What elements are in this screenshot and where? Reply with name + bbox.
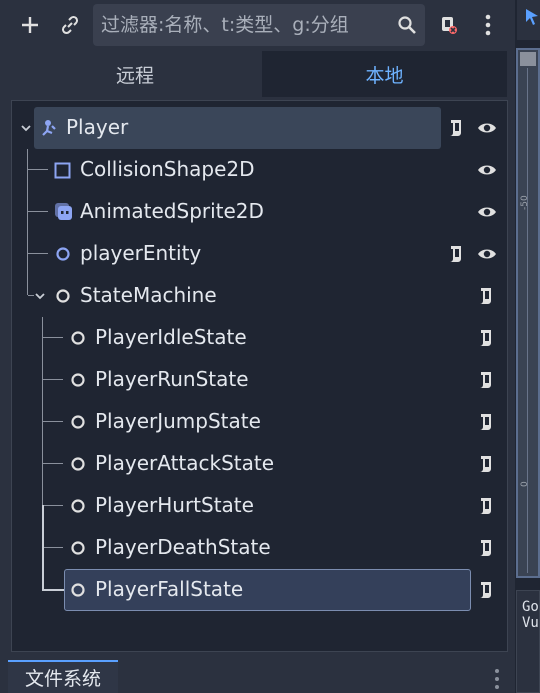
eye-icon[interactable] xyxy=(477,244,497,264)
instance-scene-button[interactable] xyxy=(54,8,86,42)
select-tool-icon[interactable] xyxy=(525,8,539,26)
viewport-toolbar xyxy=(517,0,540,40)
script-icon[interactable] xyxy=(477,454,495,474)
node-label: PlayerFallState xyxy=(95,577,244,601)
tree-row-jump-state[interactable]: PlayerJumpState xyxy=(12,401,509,443)
node-icon xyxy=(71,415,85,429)
kebab-menu-icon[interactable] xyxy=(493,668,501,690)
output-panel: Go Vu xyxy=(516,590,540,693)
node-icon xyxy=(71,373,85,387)
script-icon[interactable] xyxy=(447,244,465,264)
scene-menu-button[interactable] xyxy=(472,8,504,42)
tree-row-fall-state[interactable]: PlayerFallState xyxy=(12,569,509,611)
chevron-down-icon[interactable] xyxy=(34,290,46,302)
plus-icon xyxy=(22,17,38,33)
viewport-edge: -50 0 Go Vu xyxy=(515,0,540,693)
tree-row-attack-state[interactable]: PlayerAttackState xyxy=(12,443,509,485)
scene-toolbar xyxy=(0,0,515,50)
tree-row-collision-shape[interactable]: CollisionShape2D xyxy=(12,149,509,191)
script-icon[interactable] xyxy=(477,286,495,306)
character-body-icon xyxy=(42,120,56,136)
ruler-corner xyxy=(520,52,536,66)
node-label: PlayerHurtState xyxy=(95,493,254,517)
collision-shape-icon xyxy=(54,162,71,179)
node-label: PlayerRunState xyxy=(95,367,249,391)
script-icon[interactable] xyxy=(477,412,495,432)
tab-filesystem[interactable]: 文件系统 xyxy=(8,660,118,693)
output-line: Vu xyxy=(522,615,539,631)
add-node-button[interactable] xyxy=(14,8,46,42)
eye-icon[interactable] xyxy=(477,118,497,138)
node-icon xyxy=(71,457,85,471)
script-filter-button[interactable] xyxy=(432,8,464,42)
scene-tree: Player CollisionShape2D AnimatedSprite2D… xyxy=(11,100,508,652)
scene-dock: 远程 本地 Player xyxy=(0,0,515,693)
node-label: AnimatedSprite2D xyxy=(80,199,264,223)
node-label: PlayerDeathState xyxy=(95,535,271,559)
viewport-ruler: -50 0 xyxy=(516,48,540,578)
eye-icon[interactable] xyxy=(477,160,497,180)
tree-row-idle-state[interactable]: PlayerIdleState xyxy=(12,317,509,359)
script-icon[interactable] xyxy=(477,328,495,348)
script-icon[interactable] xyxy=(477,538,495,558)
filter-field[interactable] xyxy=(93,4,425,46)
tree-row-hurt-state[interactable]: PlayerHurtState xyxy=(12,485,509,527)
node-icon xyxy=(71,583,85,597)
script-filter-icon xyxy=(442,17,457,34)
node-label: PlayerJumpState xyxy=(95,409,261,433)
node-icon xyxy=(71,331,85,345)
ruler-line xyxy=(527,68,528,573)
node-label: StateMachine xyxy=(80,283,217,307)
node-label: PlayerIdleState xyxy=(95,325,247,349)
tree-row-death-state[interactable]: PlayerDeathState xyxy=(12,527,509,569)
tree-row-player-entity[interactable]: playerEntity xyxy=(12,233,509,275)
ruler-mark: 0 xyxy=(520,481,530,487)
node-label: Player xyxy=(66,115,129,139)
node-label: playerEntity xyxy=(80,241,202,265)
tab-bar: 远程 本地 xyxy=(8,51,507,97)
tab-remote[interactable]: 远程 xyxy=(8,51,262,97)
tree-row-animated-sprite[interactable]: AnimatedSprite2D xyxy=(12,191,509,233)
script-icon[interactable] xyxy=(477,496,495,516)
tree-row-run-state[interactable]: PlayerRunState xyxy=(12,359,509,401)
node-icon xyxy=(71,499,85,513)
node-label: PlayerAttackState xyxy=(95,451,275,475)
tree-row-player[interactable]: Player xyxy=(12,107,509,149)
chevron-down-icon[interactable] xyxy=(20,122,32,134)
ruler-mark: -50 xyxy=(520,195,530,210)
search-icon xyxy=(398,16,416,34)
script-icon[interactable] xyxy=(477,580,495,600)
eye-icon[interactable] xyxy=(477,202,497,222)
tree-row-state-machine[interactable]: StateMachine xyxy=(12,275,509,317)
link-icon xyxy=(61,15,79,35)
node-icon xyxy=(56,289,70,303)
node-icon xyxy=(71,541,85,555)
animated-sprite-icon xyxy=(55,203,72,220)
output-line: Go xyxy=(522,599,539,615)
node-label: CollisionShape2D xyxy=(80,157,255,181)
script-icon[interactable] xyxy=(477,370,495,390)
script-icon[interactable] xyxy=(447,118,465,138)
filter-input[interactable] xyxy=(93,4,393,46)
node-icon xyxy=(56,247,70,261)
tab-local[interactable]: 本地 xyxy=(262,51,507,97)
kebab-menu-icon xyxy=(485,14,491,36)
